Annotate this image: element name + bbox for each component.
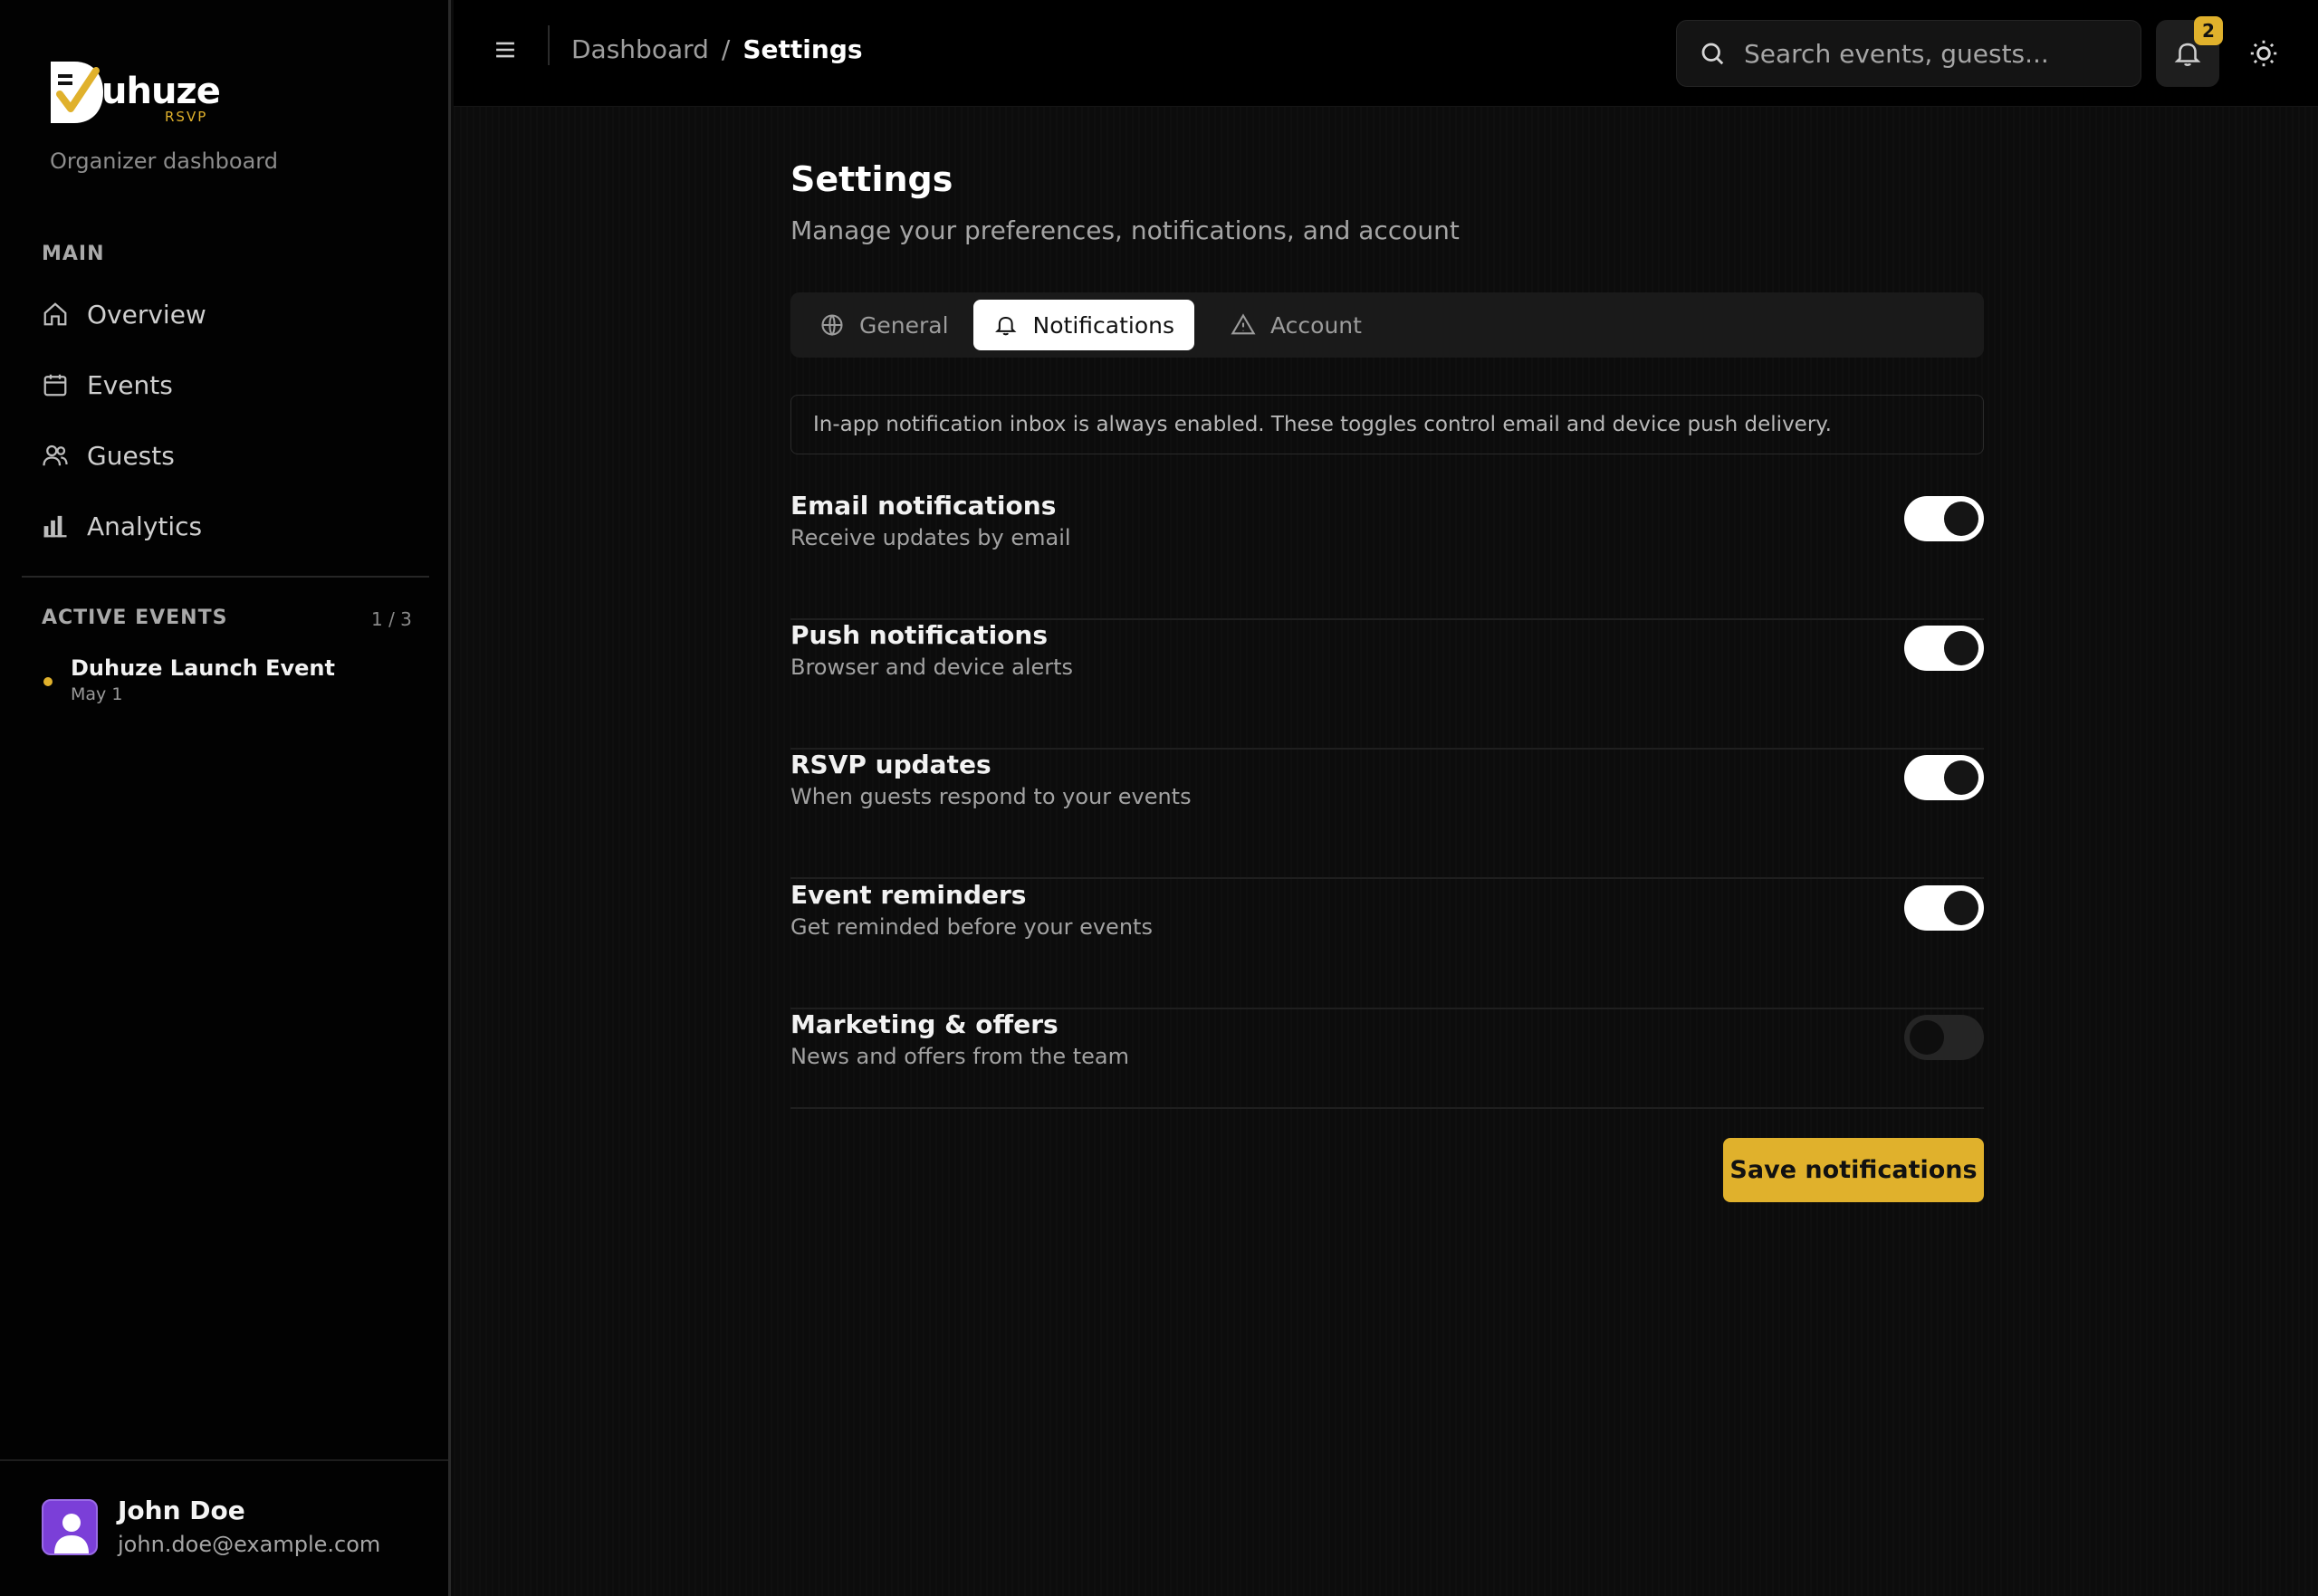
email-notifications-toggle[interactable] [1904,496,1984,541]
setting-row-reminders: Event reminders Get reminded before your… [790,880,1984,1009]
tab-label: General [859,311,949,339]
tab-account[interactable]: Account [1211,300,1382,350]
setting-row-rsvp: RSVP updates When guests respond to your… [790,750,1984,879]
sun-icon [2250,40,2277,67]
top-header: Dashboard / Settings 2 [454,0,2318,107]
sidebar-item-label: Overview [87,299,206,330]
event-status-dot [43,677,53,686]
home-icon [43,302,67,326]
brand-logo[interactable]: uhuze RSVP [47,58,221,127]
bar-chart-icon [43,515,67,538]
setting-label: RSVP updates [790,750,991,779]
toggle-knob [1944,502,1978,536]
active-event-item[interactable]: Duhuze Launch Event May 1 [40,654,420,708]
page-title: Settings [790,159,953,199]
avatar [42,1499,98,1555]
sidebar-item-overview[interactable]: Overview [42,289,422,339]
sidebar-item-label: Guests [87,440,175,471]
search-icon [1701,43,1724,65]
setting-row-marketing: Marketing & offers News and offers from … [790,1009,1984,1109]
sidebar-divider [22,576,429,578]
users-icon [43,444,68,466]
globe-icon [821,314,843,336]
setting-label: Email notifications [790,491,1057,521]
event-reminders-toggle[interactable] [1904,885,1984,931]
sidebar-item-events[interactable]: Events [42,359,422,410]
hamburger-icon [496,42,514,58]
tab-general[interactable]: General [800,300,969,350]
user-name: John Doe [118,1496,245,1525]
search-box[interactable] [1676,20,2141,87]
main-section-title: MAIN [42,243,105,265]
breadcrumb: Dashboard / Settings [571,34,863,64]
notifications-button[interactable]: 2 [2156,16,2223,87]
bell-icon [995,316,1017,336]
breadcrumb-dashboard[interactable]: Dashboard [571,34,709,64]
app-root: uhuze RSVP Organizer dashboard MAIN Over… [0,0,2318,1596]
toggle-knob [1944,631,1978,665]
setting-row-email: Email notifications Receive updates by e… [790,491,1984,620]
rsvp-updates-toggle[interactable] [1904,755,1984,800]
setting-label: Push notifications [790,620,1049,650]
logo-mark-icon [51,62,103,123]
breadcrumb-separator: / [721,34,731,64]
toggle-knob [1944,891,1978,925]
tab-label: Account [1270,311,1362,339]
brand-name: uhuze [101,71,221,112]
calendar-icon [43,374,67,397]
event-date: May 1 [71,684,123,704]
tab-notifications[interactable]: Notifications [973,300,1194,350]
user-avatar-icon [54,1514,89,1553]
toggle-knob [1944,760,1978,795]
menu-toggle-button[interactable] [490,34,521,65]
marketing-offers-toggle[interactable] [1904,1015,1984,1060]
info-notice: In-app notification inbox is always enab… [790,395,1984,454]
event-name: Duhuze Launch Event [71,655,335,681]
save-notifications-button[interactable]: Save notifications [1723,1138,1984,1202]
header-separator [548,25,550,65]
setting-description: Receive updates by email [790,525,1071,550]
toggle-knob [1910,1020,1944,1055]
brand-tagline: Organizer dashboard [50,148,278,174]
page-subtitle: Manage your preferences, notifications, … [790,215,1460,245]
main-content: Settings Manage your preferences, notifi… [454,107,2318,1596]
setting-description: News and offers from the team [790,1044,1130,1069]
user-divider [0,1459,448,1461]
brand-sub: RSVP [165,109,208,125]
sidebar-item-guests[interactable]: Guests [42,430,422,481]
warning-icon [1231,313,1256,335]
breadcrumb-current: Settings [742,34,863,64]
sidebar-item-analytics[interactable]: Analytics [42,501,422,551]
setting-description: When guests respond to your events [790,784,1192,809]
sidebar-item-label: Events [87,369,173,400]
setting-label: Marketing & offers [790,1009,1058,1039]
user-email: john.doe@example.com [118,1532,381,1557]
active-events-count: 1 / 3 [371,608,412,630]
active-events-title: ACTIVE EVENTS [42,607,228,629]
search-input[interactable] [1744,38,2124,69]
tab-label: Notifications [1032,311,1174,339]
push-notifications-toggle[interactable] [1904,626,1984,671]
sidebar-item-label: Analytics [87,511,203,541]
setting-label: Event reminders [790,880,1027,910]
user-profile[interactable]: John Doe john.doe@example.com [42,1496,422,1561]
setting-description: Get reminded before your events [790,914,1153,940]
setting-row-push: Push notifications Browser and device al… [790,620,1984,750]
theme-toggle-button[interactable] [2246,36,2281,71]
settings-tabs: General Notifications Account [790,292,1984,358]
notification-count-badge: 2 [2194,16,2223,45]
sidebar: uhuze RSVP Organizer dashboard MAIN Over… [0,0,451,1596]
setting-description: Browser and device alerts [790,655,1074,680]
